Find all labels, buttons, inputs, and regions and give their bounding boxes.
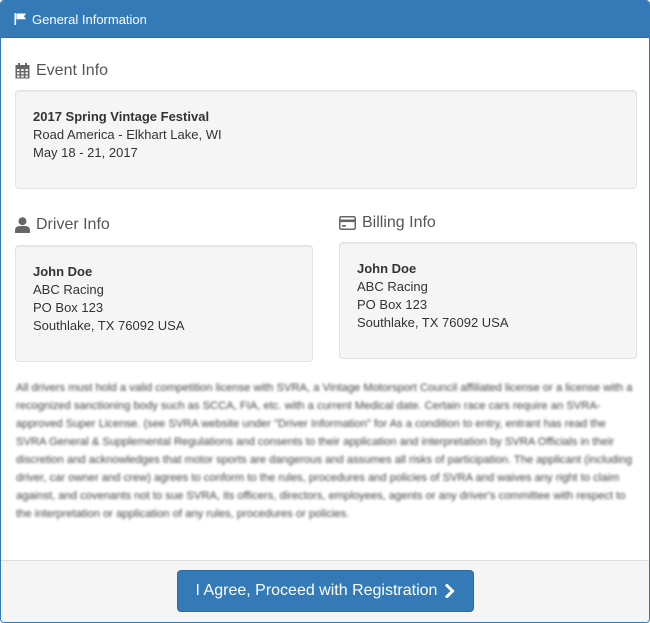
disclaimer-text: All drivers must hold a valid competitio… <box>16 382 633 520</box>
billing-team: ABC Racing <box>357 279 428 294</box>
user-icon <box>15 217 30 233</box>
credit-card-icon <box>339 216 356 230</box>
panel-title: General Information <box>32 11 147 27</box>
chevron-right-icon <box>445 584 456 598</box>
event-info-well: 2017 Spring Vintage Festival Road Americ… <box>15 90 637 189</box>
agree-proceed-button[interactable]: I Agree, Proceed with Registration <box>177 570 474 612</box>
event-info-title: Event Info <box>15 62 108 80</box>
calendar-icon <box>15 63 30 79</box>
event-info-label: Event Info <box>36 62 109 79</box>
billing-address-line2: Southlake, TX 76092 USA <box>357 315 509 330</box>
driver-team: ABC Racing <box>33 282 104 297</box>
agree-button-label: I Agree, Proceed with Registration <box>195 582 438 599</box>
general-information-panel: General Information Event Info 2017 Spri… <box>0 0 650 623</box>
billing-name: John Doe <box>357 261 417 276</box>
panel-footer: I Agree, Proceed with Registration <box>1 560 649 622</box>
event-name: 2017 Spring Vintage Festival <box>33 109 210 124</box>
event-dates: May 18 - 21, 2017 <box>33 145 138 160</box>
driver-address-line1: PO Box 123 <box>33 300 104 315</box>
flag-icon <box>14 13 27 25</box>
driver-info-title: Driver Info <box>15 216 110 234</box>
panel-heading: General Information <box>1 1 649 38</box>
billing-info-label: Billing Info <box>362 214 436 231</box>
driver-info-well: John Doe ABC Racing PO Box 123 Southlake… <box>15 245 313 362</box>
driver-address-line2: Southlake, TX 76092 USA <box>33 318 185 333</box>
billing-info-well: John Doe ABC Racing PO Box 123 Southlake… <box>339 242 637 359</box>
billing-address-line1: PO Box 123 <box>357 297 428 312</box>
event-venue: Road America - Elkhart Lake, WI <box>33 127 222 142</box>
billing-info-title: Billing Info <box>339 214 436 232</box>
driver-info-label: Driver Info <box>36 216 110 233</box>
driver-name: John Doe <box>33 264 93 279</box>
